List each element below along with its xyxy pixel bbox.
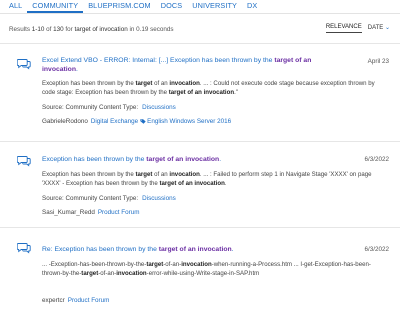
tag-icon [140, 119, 146, 124]
result-snippet: Exception has been thrown by the target … [42, 171, 372, 188]
divider [0, 141, 400, 142]
tab-university[interactable]: UNIVERSITY [187, 1, 242, 13]
forum-link[interactable]: Product Forum [98, 209, 140, 216]
results-summary: Results 1-10 of 130 for target of invoca… [9, 26, 174, 33]
tab-all[interactable]: ALL [0, 1, 27, 13]
result-date: 6/3/2022 [364, 246, 389, 253]
chat-bubbles-icon [17, 59, 31, 70]
tag-link[interactable]: English Windows Server 2016 [147, 118, 231, 125]
results-toolbar: Results 1-10 of 130 for target of invoca… [0, 24, 400, 38]
result-title[interactable]: Excel Extend VBO - ERROR: Internal: [...… [42, 56, 342, 74]
content-type-link[interactable]: Discussions [142, 195, 176, 202]
author: expertcr [42, 297, 65, 304]
result-date: 6/3/2022 [364, 156, 389, 163]
chat-bubbles-icon [17, 243, 31, 254]
result-title[interactable]: Re: Exception has been thrown by the tar… [42, 245, 342, 254]
result-byline: Sasi_Kumar_Redd Product Forum [42, 209, 140, 216]
tab-community[interactable]: COMMUNITY [27, 1, 84, 13]
result-byline: expertcr Product Forum [42, 297, 109, 304]
forum-link[interactable]: Product Forum [68, 297, 110, 304]
result-date: April 23 [367, 58, 389, 65]
result-snippet: Exception has been thrown by the target … [42, 80, 375, 97]
chat-bubbles-icon [17, 156, 31, 167]
author: Sasi_Kumar_Redd [42, 209, 95, 216]
tab-docs[interactable]: DOCS [156, 1, 187, 13]
content-type-link[interactable]: Discussions [142, 104, 176, 111]
result-source: Source: Community Content Type: Discussio… [42, 195, 176, 202]
search-tabs: ALL COMMUNITY BLUEPRISM.COM DOCS UNIVERS… [0, 0, 400, 14]
author: GabrieleRodono [42, 118, 88, 125]
sort-relevance[interactable]: RELEVANCE [325, 24, 362, 33]
divider [0, 227, 400, 228]
result-byline: GabrieleRodono Digital Exchange English … [42, 118, 231, 125]
tab-blueprism[interactable]: BLUEPRISM.COM [83, 1, 156, 13]
forum-link[interactable]: Digital Exchange [91, 118, 138, 125]
sort-options: RELEVANCE DATE ⌄ [325, 24, 390, 33]
divider [0, 43, 400, 44]
tab-dx[interactable]: DX [242, 1, 262, 13]
result-title[interactable]: Exception has been thrown by the target … [42, 155, 342, 164]
result-snippet: ... -Exception-has-been-thrown-by-the-ta… [42, 261, 371, 278]
sort-date[interactable]: DATE ⌄ [368, 24, 390, 33]
chevron-down-icon: ⌄ [384, 25, 390, 31]
result-source: Source: Community Content Type: Discussio… [42, 104, 176, 111]
